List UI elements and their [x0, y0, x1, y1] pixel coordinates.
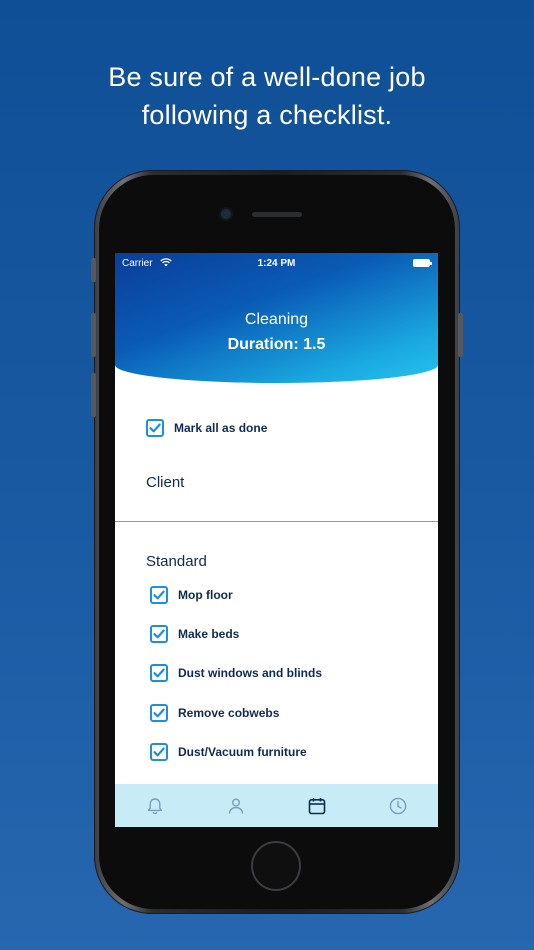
checkmark-icon	[153, 590, 165, 600]
power-button	[458, 313, 463, 357]
checklist-item-remove-cobwebs[interactable]: Remove cobwebs	[150, 704, 279, 722]
checklist-checkbox[interactable]	[150, 664, 168, 682]
home-button[interactable]	[251, 841, 301, 891]
checkmark-icon	[153, 668, 165, 678]
tab-profile[interactable]	[196, 784, 277, 827]
checkmark-icon	[153, 747, 165, 757]
battery-icon	[413, 259, 432, 267]
volume-down-button	[91, 373, 96, 417]
bell-icon	[148, 797, 163, 814]
headline-line-2: following a checklist.	[141, 100, 393, 130]
app-screen: Carrier 1:24 PM Cleaning Duration: 1.5 M…	[115, 253, 438, 827]
tab-history[interactable]	[357, 784, 438, 827]
checklist-item-label: Mop floor	[178, 588, 233, 602]
checklist-item-dust-vacuum-furniture[interactable]: Dust/Vacuum furniture	[150, 743, 307, 761]
section-standard: Standard	[146, 553, 207, 570]
person-icon	[229, 798, 244, 814]
checkmark-icon	[153, 708, 165, 718]
mark-all-label: Mark all as done	[174, 421, 268, 435]
checklist-item-make-beds[interactable]: Make beds	[150, 625, 239, 643]
status-bar: Carrier 1:24 PM	[115, 253, 438, 273]
checkmark-icon	[149, 423, 161, 433]
checklist-item-dust-windows[interactable]: Dust windows and blinds	[150, 664, 322, 682]
checklist-item-label: Dust/Vacuum furniture	[178, 745, 307, 759]
volume-up-button	[91, 313, 96, 357]
headline-line-1: Be sure of a well-done job	[108, 62, 426, 92]
checklist-item-label: Remove cobwebs	[178, 706, 280, 720]
section-client: Client	[146, 474, 185, 491]
calendar-icon	[308, 797, 326, 814]
earpiece-speaker	[252, 212, 302, 217]
job-header: Carrier 1:24 PM Cleaning Duration: 1.5	[115, 253, 438, 383]
checkmark-icon	[153, 629, 165, 639]
mark-all-done-row[interactable]: Mark all as done	[146, 419, 267, 437]
checklist-item-label: Make beds	[178, 627, 240, 641]
checklist-checkbox[interactable]	[150, 586, 168, 604]
mute-switch	[91, 258, 96, 282]
section-divider	[115, 521, 438, 522]
job-duration: Duration: 1.5	[227, 336, 326, 353]
checklist-item-mop-floor[interactable]: Mop floor	[150, 586, 233, 604]
mark-all-checkbox[interactable]	[146, 419, 164, 437]
job-title: Cleaning	[244, 311, 309, 328]
tab-notifications[interactable]	[115, 784, 196, 827]
tab-bar	[115, 784, 438, 827]
front-camera	[221, 209, 231, 219]
clock-icon	[389, 797, 406, 814]
checklist-item-label: Dust windows and blinds	[178, 666, 322, 680]
marketing-headline: Be sure of a well-done job following a c…	[0, 58, 534, 134]
status-time: 1:24 PM	[257, 258, 296, 269]
checklist-checkbox[interactable]	[150, 625, 168, 643]
tab-calendar[interactable]	[277, 784, 358, 827]
checklist-checkbox[interactable]	[150, 704, 168, 722]
checklist-checkbox[interactable]	[150, 743, 168, 761]
